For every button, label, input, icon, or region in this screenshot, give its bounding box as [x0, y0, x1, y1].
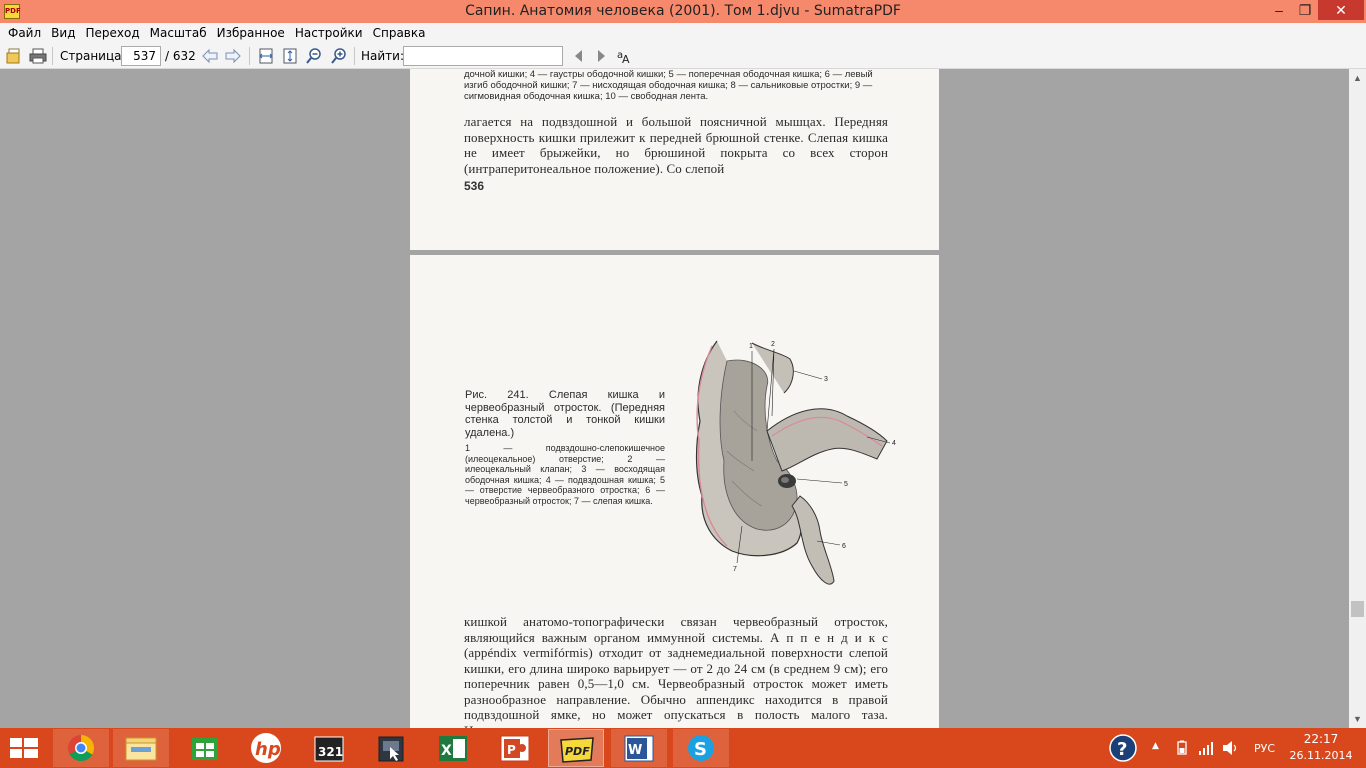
cecum-illustration: 1 2 3 4 5 6 7 — [695, 340, 896, 585]
next-page-icon[interactable] — [224, 47, 242, 65]
menu-zoom[interactable]: Масштаб — [145, 26, 212, 40]
taskbar-chrome[interactable] — [53, 729, 109, 767]
figure-caption-continuation: дочной кишки; 4 — гаустры ободочной кишк… — [464, 69, 873, 102]
language-indicator[interactable]: РУС — [1254, 742, 1275, 768]
document-page: Рис. 241. Слепая кишка и червеобразный о… — [410, 255, 939, 728]
figure-label-5: 5 — [844, 481, 848, 488]
windows-start-icon[interactable] — [8, 737, 40, 759]
scroll-up-arrow-icon[interactable]: ▲ — [1349, 71, 1366, 85]
clock[interactable]: 22:17 26.11.2014 — [1286, 732, 1356, 762]
scroll-down-arrow-icon[interactable]: ▼ — [1349, 712, 1366, 726]
svg-text:hp: hp — [255, 739, 281, 760]
fit-page-icon[interactable] — [281, 47, 299, 65]
find-next-icon[interactable] — [592, 47, 610, 65]
svg-text:W: W — [628, 743, 642, 758]
open-file-icon[interactable] — [6, 47, 24, 65]
taskbar-skype[interactable]: S — [673, 729, 729, 767]
menu-help[interactable]: Справка — [368, 26, 431, 40]
show-hidden-icons-icon[interactable]: ▲ — [1152, 741, 1159, 768]
page-total: / 632 — [165, 49, 196, 63]
window-title: Сапин. Анатомия человека (2001). Том 1.d… — [465, 3, 901, 19]
menu-view[interactable]: Вид — [46, 26, 80, 40]
taskbar-media-player-classic[interactable]: 321 — [301, 729, 357, 767]
svg-text:X: X — [441, 743, 452, 759]
print-icon[interactable] — [29, 47, 47, 65]
toolbar-separator — [354, 47, 355, 65]
sumatrapdf-icon: PDF — [560, 737, 594, 763]
menu-settings[interactable]: Настройки — [290, 26, 368, 40]
page-number-input[interactable]: 537 — [121, 46, 161, 66]
screen-tool-icon — [378, 736, 404, 762]
word-icon: W — [624, 735, 654, 762]
taskbar-excel[interactable]: X — [425, 729, 481, 767]
clock-time: 22:17 — [1303, 732, 1339, 746]
fit-width-icon[interactable] — [257, 47, 275, 65]
svg-text:S: S — [694, 739, 707, 760]
help-icon[interactable]: ? — [1108, 733, 1138, 763]
match-case-icon[interactable]: a A — [616, 47, 634, 65]
chrome-icon — [68, 734, 95, 762]
excel-icon: X — [439, 736, 467, 761]
figure-title: Рис. 241. Слепая кишка и червеобразный о… — [465, 389, 665, 439]
menu-go[interactable]: Переход — [80, 26, 144, 40]
menu-bar: Файл Вид Переход Масштаб Избранное Настр… — [0, 23, 1366, 43]
svg-text:PDF: PDF — [565, 745, 590, 758]
svg-text:A: A — [622, 53, 630, 65]
toolbar: Страница: 537 / 632 Найти: a A — [0, 43, 1366, 69]
find-label: Найти: — [361, 49, 405, 63]
document-viewer[interactable]: дочной кишки; 4 — гаустры ободочной кишк… — [0, 69, 1349, 728]
taskbar-file-explorer[interactable] — [113, 729, 169, 767]
vertical-scrollbar[interactable]: ▲ ▼ — [1349, 69, 1366, 728]
document-page: дочной кишки; 4 — гаустры ободочной кишк… — [410, 69, 939, 250]
minimize-button[interactable]: – — [1266, 0, 1292, 20]
page-body-text: лагается на подвздошной и большой поясни… — [464, 114, 888, 176]
maximize-button[interactable]: ❐ — [1292, 0, 1318, 20]
volume-icon[interactable] — [1222, 740, 1240, 756]
network-signal-icon[interactable] — [1198, 740, 1214, 756]
hp-icon: hp — [251, 733, 281, 763]
taskbar-screen-tool[interactable] — [363, 729, 419, 767]
scrollbar-thumb[interactable] — [1351, 601, 1364, 617]
media-player-icon: 321 — [314, 736, 344, 762]
svg-text:P: P — [507, 743, 516, 757]
toolbar-separator — [249, 47, 250, 65]
skype-icon: S — [688, 735, 714, 761]
svg-text:?: ? — [1117, 739, 1127, 760]
figure-label-1: 1 — [749, 343, 753, 350]
figure-label-2: 2 — [771, 341, 775, 348]
taskbar-powerpoint[interactable]: P — [487, 729, 543, 767]
page-label: Страница: — [60, 49, 126, 63]
taskbar-hp[interactable]: hp — [238, 729, 294, 767]
figure-label-3: 3 — [824, 376, 828, 383]
page-body-text: кишкой анатомо-топографически связан чер… — [464, 614, 888, 728]
page-number: 536 — [464, 179, 485, 193]
folder-icon — [125, 737, 157, 761]
figure-caption: Рис. 241. Слепая кишка и червеобразный о… — [465, 389, 665, 506]
taskbar: hp 321 X P PDF W S ? ▲ РУС 22:17 26.11.2… — [0, 728, 1366, 768]
previous-page-icon[interactable] — [201, 47, 219, 65]
close-button[interactable]: ✕ — [1318, 0, 1364, 20]
zoom-out-icon[interactable] — [305, 47, 323, 65]
figure-label-6: 6 — [842, 543, 846, 550]
title-bar: PDF Сапин. Анатомия человека (2001). Том… — [0, 0, 1366, 23]
svg-text:321: 321 — [318, 745, 343, 759]
find-input[interactable] — [403, 46, 563, 66]
figure-legend: 1 — подвздошно-слепокишечное (илеоцекаль… — [465, 443, 665, 506]
taskbar-word[interactable]: W — [611, 729, 667, 767]
menu-favorites[interactable]: Избранное — [212, 26, 290, 40]
figure-label-4: 4 — [892, 440, 896, 447]
power-icon[interactable] — [1174, 740, 1190, 756]
taskbar-sumatrapdf[interactable]: PDF — [548, 729, 604, 767]
figure-label-7: 7 — [733, 566, 737, 573]
taskbar-store[interactable] — [177, 729, 233, 767]
zoom-in-icon[interactable] — [330, 47, 348, 65]
toolbar-separator — [52, 47, 53, 65]
clock-date: 26.11.2014 — [1289, 749, 1353, 762]
find-previous-icon[interactable] — [570, 47, 588, 65]
menu-file[interactable]: Файл — [3, 26, 46, 40]
powerpoint-icon: P — [500, 735, 530, 762]
store-icon — [192, 738, 218, 760]
